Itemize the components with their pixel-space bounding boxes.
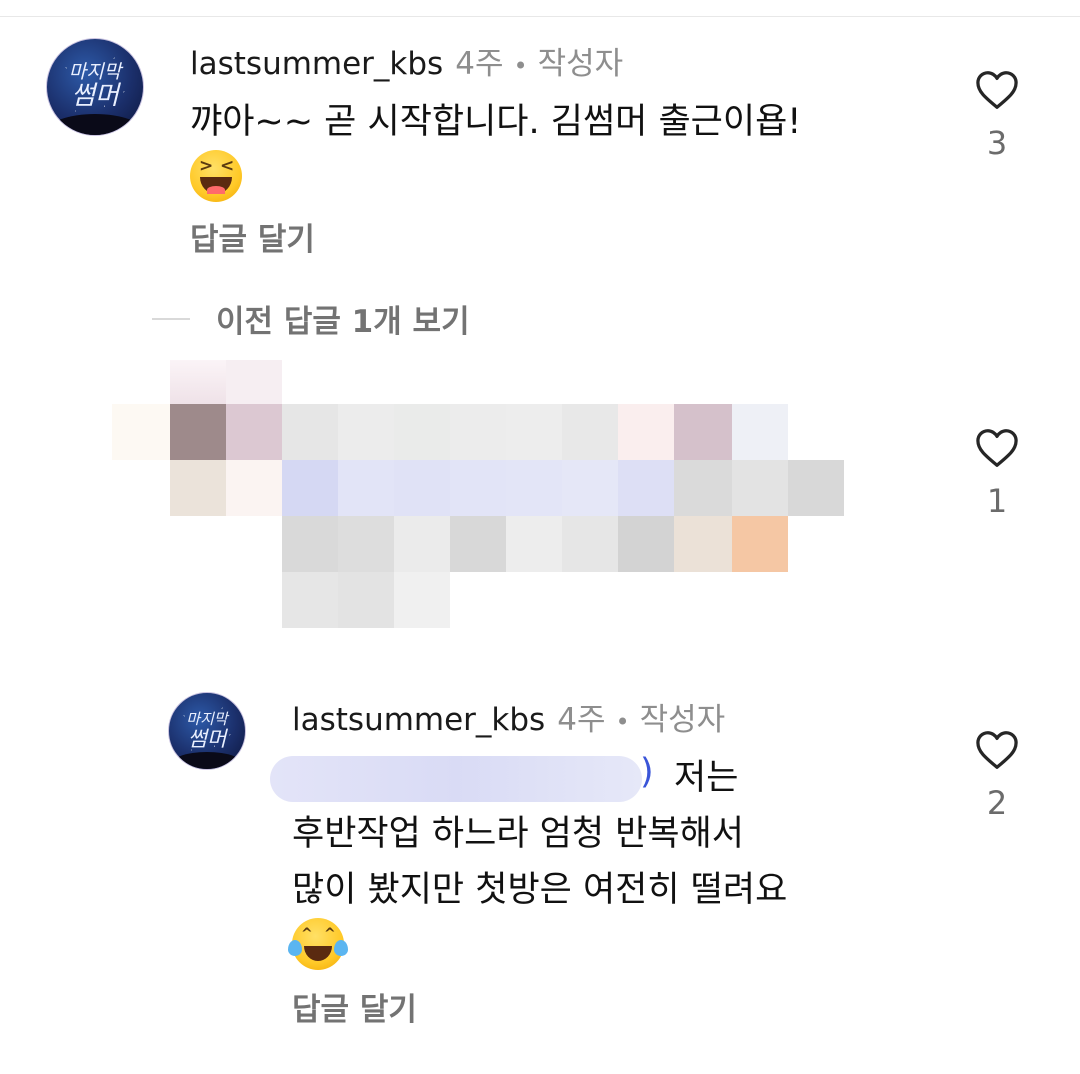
view-previous-replies[interactable]: 이전 답글 1개 보기 xyxy=(152,296,470,341)
like-count: 2 xyxy=(986,784,1008,822)
like-button[interactable]: 3 xyxy=(967,70,1027,162)
avatar-logo-line-2: 썸머 xyxy=(71,81,119,112)
comment-meta: lastsummer_kbs 4주 • 작성자 xyxy=(190,38,623,83)
author-badge: 작성자 xyxy=(639,702,726,738)
meta-separator: • xyxy=(615,708,630,736)
mention-close-paren: ) xyxy=(640,752,654,792)
tears-of-joy-emoji: ^ ^ xyxy=(288,918,348,970)
meta-separator: • xyxy=(513,52,528,80)
like-count: 1 xyxy=(986,482,1008,520)
author-badge: 작성자 xyxy=(537,46,624,82)
squinting-laughing-emoji: > < xyxy=(190,150,242,202)
comment-text-line-3: 많이 봤지만 첫방은 여전히 떨려요 xyxy=(292,870,788,910)
heart-icon[interactable] xyxy=(975,70,1019,110)
view-previous-replies-label: 이전 답글 1개 보기 xyxy=(216,304,470,340)
comment-text: 꺄아~~ 곧 시작합니다. 김썸머 출근이욥! xyxy=(190,102,802,142)
like-button[interactable]: 2 xyxy=(967,730,1027,822)
comment-meta: lastsummer_kbs 4주 • 작성자 xyxy=(292,694,725,739)
avatar[interactable]: 마지막 썸머 xyxy=(46,38,144,136)
comment-time: 4주 xyxy=(557,702,606,738)
blurred-mention xyxy=(270,756,642,802)
like-button[interactable]: 1 xyxy=(967,428,1027,520)
replies-divider xyxy=(152,317,190,320)
comment-time: 4주 xyxy=(455,46,504,82)
username[interactable]: lastsummer_kbs xyxy=(190,46,443,82)
heart-icon[interactable] xyxy=(975,730,1019,770)
reply-button[interactable]: 답글 달기 xyxy=(190,214,315,259)
like-count: 3 xyxy=(986,124,1008,162)
avatar-logo-line-1: 마지막 xyxy=(68,61,122,84)
avatar-logo-line-2: 썸머 xyxy=(187,726,227,751)
avatar[interactable]: 마지막 썸머 xyxy=(168,692,246,770)
reply-button[interactable]: 답글 달기 xyxy=(292,984,417,1029)
avatar-logo-line-1: 마지막 xyxy=(186,710,228,729)
heart-icon[interactable] xyxy=(975,428,1019,468)
comment-text-line-2: 후반작업 하느라 엄청 반복해서 xyxy=(292,814,744,854)
top-divider xyxy=(0,16,1080,17)
username[interactable]: lastsummer_kbs xyxy=(292,702,545,738)
comment-text-line-1: 저는 xyxy=(674,758,739,798)
